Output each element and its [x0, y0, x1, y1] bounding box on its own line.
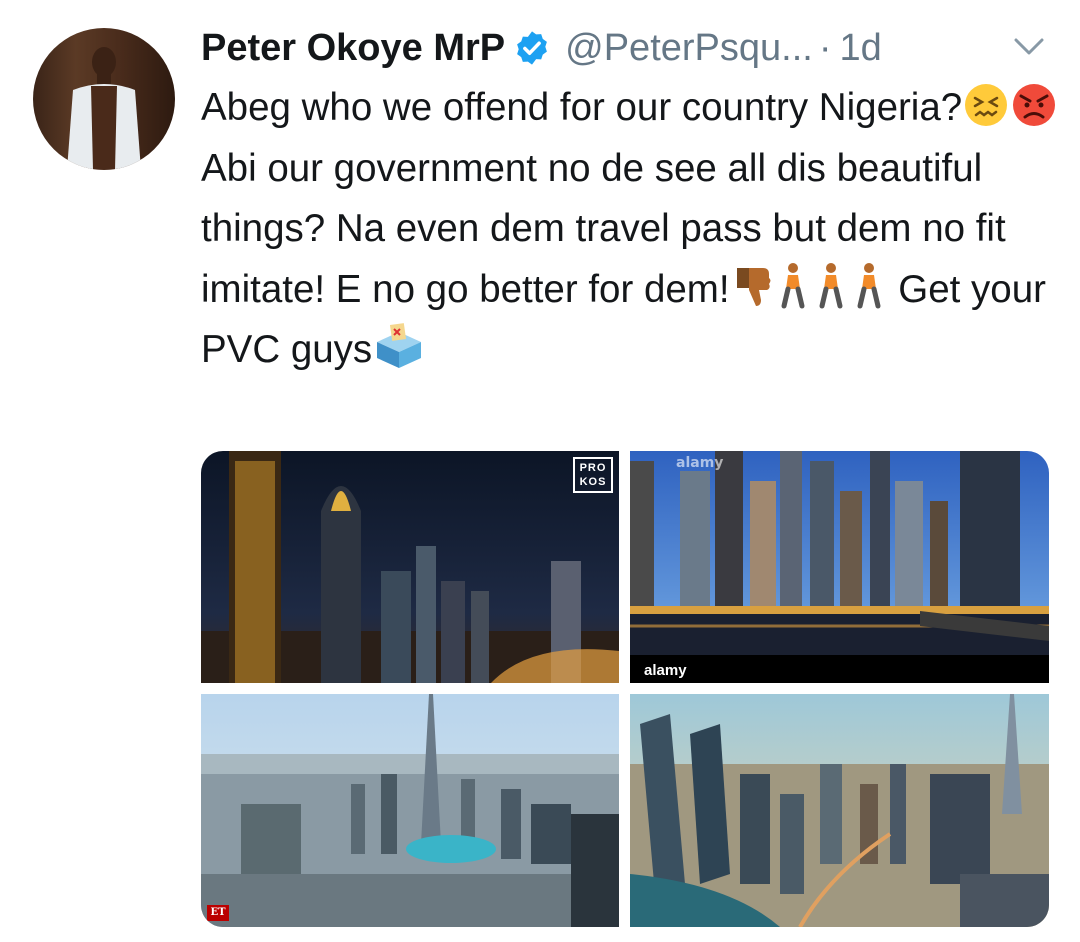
dubai-marina-evening-photo [630, 451, 1049, 683]
angry-face-icon [1011, 82, 1057, 128]
prokos-watermark: PRO KOS [573, 457, 613, 493]
person-walking-icon [813, 262, 849, 310]
author-avatar[interactable] [33, 28, 175, 170]
thumbs-down-icon [731, 264, 773, 310]
tweet-header: Peter Okoye MrP @PeterPsqu... · 1d [201, 22, 1051, 74]
author-handle[interactable]: @PeterPsqu... [565, 27, 813, 70]
person-walking-icon [851, 262, 887, 310]
ballot-box-icon [373, 322, 425, 370]
verified-badge-icon [517, 31, 548, 65]
chevron-down-icon[interactable] [1012, 34, 1046, 60]
confounded-face-icon [963, 82, 1009, 128]
media-image-2[interactable]: alamy alamy [630, 451, 1049, 683]
media-image-3[interactable]: ET [201, 694, 619, 927]
dubai-night-skyline-photo [201, 451, 619, 683]
header-separator: · [818, 26, 832, 69]
et-watermark: ET [207, 905, 229, 921]
alamy-watermark: alamy [676, 455, 724, 471]
dubai-aerial-burj-khalifa-photo [201, 694, 619, 927]
media-image-4[interactable] [630, 694, 1049, 927]
tweet-text-part-1: Abeg who we offend for our country Niger… [201, 86, 963, 129]
dubai-business-bay-aerial-photo [630, 694, 1049, 927]
media-image-1[interactable]: PRO KOS [201, 451, 619, 683]
alamy-logo: alamy [644, 662, 687, 679]
avatar-photo [67, 47, 141, 170]
tweet-text: Abeg who we offend for our country Niger… [201, 78, 1061, 381]
media-grid: PRO KOS alamy alamy ET [201, 451, 1049, 927]
person-walking-icon [775, 262, 811, 310]
author-name[interactable]: Peter Okoye MrP [201, 27, 505, 70]
alamy-footer-bar: alamy [630, 655, 1049, 683]
tweet-timestamp[interactable]: 1d [839, 27, 881, 70]
